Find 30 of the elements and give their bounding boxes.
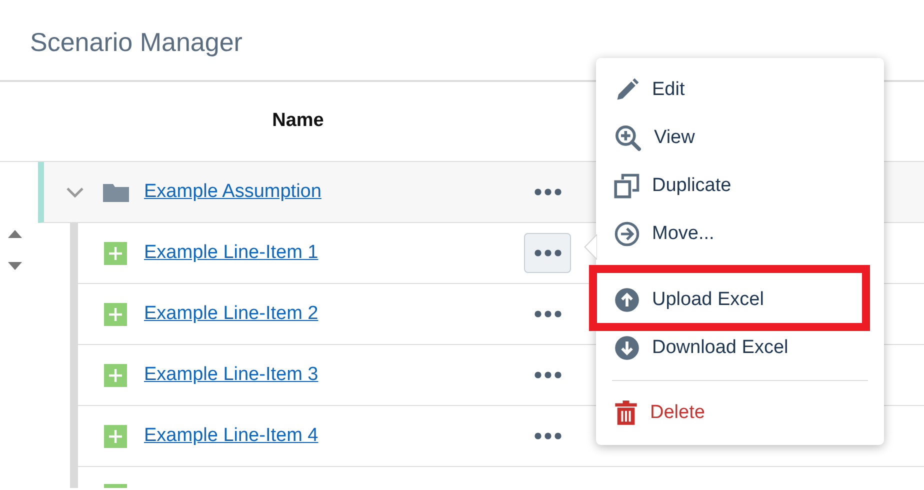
item-link[interactable]: Example Line-Item 3 (144, 360, 318, 390)
menu-item[interactable]: Edit (596, 66, 884, 114)
ellipsis-icon (534, 188, 562, 196)
arrow-right-icon (614, 221, 640, 247)
menu-item[interactable]: Move... (596, 210, 884, 258)
menu-item[interactable]: View (596, 114, 884, 162)
item-link[interactable]: Example Line-Item 1 (144, 238, 318, 268)
ellipsis-icon (534, 310, 562, 318)
duplicate-icon (614, 173, 640, 199)
item-link[interactable]: Example Line-Item 2 (144, 300, 318, 328)
menu-item[interactable]: Delete (596, 389, 884, 437)
ellipsis-icon (534, 432, 562, 440)
ellipsis-icon (534, 249, 562, 257)
folder-icon (103, 182, 129, 202)
page-title: Scenario Manager (30, 26, 244, 58)
more-button[interactable] (524, 233, 571, 273)
column-header: Name (271, 109, 325, 134)
chevron-down-icon[interactable] (66, 186, 84, 198)
item-link[interactable]: Example Line-Item 4 (144, 422, 318, 450)
trash-icon (614, 400, 638, 426)
upload-icon (614, 287, 640, 313)
zoom-in-icon (614, 124, 642, 152)
sort-up-icon[interactable] (8, 230, 22, 238)
menu-item[interactable]: Download Excel (596, 324, 884, 372)
menu-item[interactable]: Duplicate (596, 162, 884, 210)
sort-down-icon[interactable] (8, 262, 22, 270)
download-icon (614, 335, 640, 361)
menu-item[interactable]: Upload Excel (596, 276, 884, 324)
group-link[interactable]: Example Assumption (144, 178, 322, 206)
ellipsis-icon (534, 371, 562, 379)
